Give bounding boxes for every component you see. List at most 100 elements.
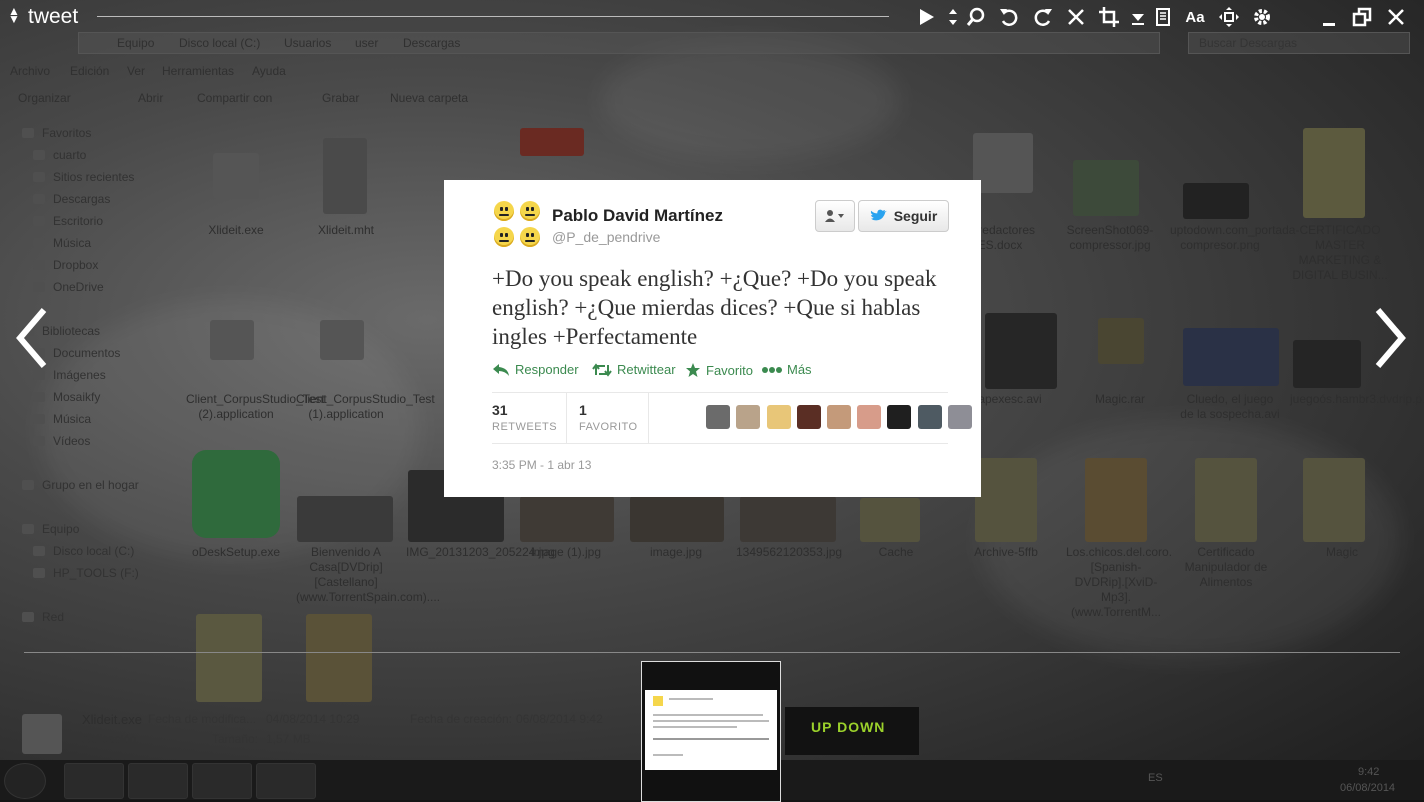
nav-item[interactable]: Dropbox bbox=[32, 258, 98, 272]
tray-date[interactable]: 06/08/2014 bbox=[1340, 782, 1395, 800]
nav-item[interactable]: Imágenes bbox=[33, 368, 106, 382]
file-label[interactable]: Xlideit.mht bbox=[296, 223, 396, 238]
updown-icon[interactable] bbox=[943, 4, 963, 30]
file-label[interactable]: 1349562120353.jpg bbox=[736, 545, 842, 560]
file-label[interactable]: Magic.rar bbox=[1070, 392, 1170, 407]
user-avatar[interactable] bbox=[948, 405, 972, 429]
author-handle[interactable]: @P_de_pendrive bbox=[552, 229, 660, 245]
nav-item[interactable]: HP_TOOLS (F:) bbox=[33, 566, 139, 580]
file-label[interactable]: Xlideit.exe bbox=[186, 223, 286, 238]
file-label[interactable]: image.jpg bbox=[626, 545, 726, 560]
command-item[interactable]: Compartir con bbox=[197, 91, 272, 105]
previous-arrow-icon[interactable] bbox=[12, 306, 52, 370]
menu-item[interactable]: Ver bbox=[127, 64, 145, 78]
window-close-icon[interactable] bbox=[1383, 4, 1409, 30]
author-name[interactable]: Pablo David Martínez bbox=[552, 206, 723, 226]
retweet-button[interactable]: Retwittear bbox=[592, 362, 676, 377]
file-label[interactable]: Client_CorpusStudio_Test (2).application bbox=[186, 392, 325, 422]
nav-item[interactable]: Descargas bbox=[32, 192, 110, 206]
file-label[interactable]: Magic bbox=[1292, 545, 1392, 560]
restore-icon[interactable] bbox=[1349, 4, 1375, 30]
nav-item[interactable]: Música bbox=[32, 236, 91, 250]
taskbar-xlideit[interactable] bbox=[256, 763, 316, 799]
file-label[interactable]: Certificado Manipulador de Alimentos bbox=[1176, 545, 1276, 590]
more-button[interactable]: Más bbox=[762, 362, 812, 377]
fit-icon[interactable] bbox=[1216, 4, 1242, 30]
nav-item[interactable]: Música bbox=[32, 412, 91, 426]
nav-item[interactable]: Sitios recientes bbox=[32, 170, 134, 184]
thumbnail-uptodown[interactable]: UP DOWN bbox=[785, 707, 919, 755]
file-label[interactable]: juegoós.hambr3.dvdrip.p.avi bbox=[1290, 392, 1424, 407]
tweet-timestamp[interactable]: 3:35 PM - 1 abr 13 bbox=[492, 458, 591, 472]
avatar[interactable] bbox=[492, 201, 542, 251]
nav-item[interactable]: Mosaikfy bbox=[32, 390, 100, 404]
file-label[interactable]: CERTIFICADO MASTER MARKETING & DIGITAL B… bbox=[1290, 223, 1390, 283]
nav-item[interactable]: cuarto bbox=[32, 148, 86, 162]
file-label[interactable]: Archive-5ffb bbox=[956, 545, 1056, 560]
crop-icon[interactable] bbox=[1096, 4, 1122, 30]
user-avatar[interactable] bbox=[827, 405, 851, 429]
nav-item[interactable]: Vídeos bbox=[32, 434, 90, 448]
menu-item[interactable]: Edición bbox=[70, 64, 109, 78]
command-item[interactable]: Abrir bbox=[138, 91, 163, 105]
chevron-down-icon[interactable] bbox=[1126, 4, 1150, 30]
minimize-icon[interactable] bbox=[1316, 4, 1342, 30]
file-label[interactable]: Cache bbox=[846, 545, 946, 560]
user-avatar[interactable] bbox=[736, 405, 760, 429]
retweets-stat[interactable]: 31 RETWEETS bbox=[492, 402, 557, 433]
document-icon[interactable] bbox=[1150, 4, 1176, 30]
tray-language[interactable]: ES bbox=[1148, 772, 1163, 800]
file-label[interactable]: image (1).jpg bbox=[516, 545, 616, 560]
play-icon[interactable] bbox=[913, 4, 939, 30]
file-label[interactable]: oDeskSetup.exe bbox=[186, 545, 286, 560]
settings-icon[interactable] bbox=[1249, 4, 1275, 30]
favorites-stat[interactable]: 1 FAVORITO bbox=[579, 402, 638, 433]
rotate-left-icon[interactable] bbox=[996, 4, 1022, 30]
file-label[interactable]: IMG_20131203_205224.jpg bbox=[406, 545, 555, 560]
command-item[interactable]: Nueva carpeta bbox=[390, 91, 468, 105]
user-avatar[interactable] bbox=[887, 405, 911, 429]
taskbar-chrome[interactable] bbox=[128, 763, 188, 799]
user-avatar[interactable] bbox=[767, 405, 791, 429]
rotate-right-icon[interactable] bbox=[1030, 4, 1056, 30]
nav-item[interactable]: Equipo bbox=[21, 522, 79, 536]
nav-item[interactable]: Red bbox=[21, 610, 64, 624]
nav-item[interactable]: Documentos bbox=[32, 346, 120, 360]
menu-item[interactable]: Archivo bbox=[10, 64, 50, 78]
taskbar-explorer[interactable] bbox=[64, 763, 124, 799]
nav-item[interactable]: Disco local (C:) bbox=[32, 544, 134, 558]
file-label[interactable]: Los.chicos.del.coro.[Spanish-DVDRip].[Xv… bbox=[1066, 545, 1172, 620]
favorite-button[interactable]: Favorito bbox=[685, 362, 753, 378]
user-avatar[interactable] bbox=[706, 405, 730, 429]
user-actions-button[interactable] bbox=[815, 200, 855, 232]
thumbnail-current[interactable] bbox=[641, 661, 781, 802]
taskbar-odesk[interactable] bbox=[192, 763, 252, 799]
smiley-icon bbox=[494, 201, 514, 221]
zoom-icon[interactable] bbox=[963, 4, 989, 30]
text-size-icon[interactable]: Aa bbox=[1182, 4, 1208, 30]
file-label[interactable]: ScreenShot069-compressor.jpg bbox=[1060, 223, 1160, 253]
file-label[interactable]: Cluedo, el juego de la sospecha.avi bbox=[1180, 392, 1280, 422]
close-image-icon[interactable] bbox=[1063, 4, 1089, 30]
menu-item[interactable]: Herramientas bbox=[162, 64, 234, 78]
explorer-search-input[interactable]: Buscar Descargas bbox=[1188, 32, 1410, 54]
command-item[interactable]: Grabar bbox=[322, 91, 359, 105]
sort-icon[interactable]: ▲ ▼ bbox=[8, 5, 20, 25]
file-label[interactable]: Client_CorpusStudio_Test (1).application bbox=[296, 392, 435, 422]
nav-item[interactable]: Favoritos bbox=[21, 126, 91, 140]
follow-button[interactable]: Seguir bbox=[858, 200, 949, 232]
start-button[interactable] bbox=[4, 763, 46, 799]
user-avatar[interactable] bbox=[857, 405, 881, 429]
nav-item[interactable]: Grupo en el hogar bbox=[22, 478, 139, 492]
nav-item[interactable]: OneDrive bbox=[33, 280, 104, 294]
next-arrow-icon[interactable] bbox=[1370, 306, 1410, 370]
file-label[interactable]: uptodown.com_portada-compresor.png bbox=[1170, 223, 1299, 253]
address-bar[interactable]: Equipo Disco local (C:) Usuarios user De… bbox=[78, 32, 1160, 54]
menu-item[interactable]: Ayuda bbox=[252, 64, 286, 78]
file-label[interactable]: Bienvenido A Casa[DVDrip][Castellano](ww… bbox=[296, 545, 440, 605]
command-item[interactable]: Organizar bbox=[18, 91, 71, 105]
reply-button[interactable]: Responder bbox=[492, 362, 579, 377]
user-avatar[interactable] bbox=[797, 405, 821, 429]
user-avatar[interactable] bbox=[918, 405, 942, 429]
nav-item[interactable]: Escritorio bbox=[32, 214, 103, 228]
